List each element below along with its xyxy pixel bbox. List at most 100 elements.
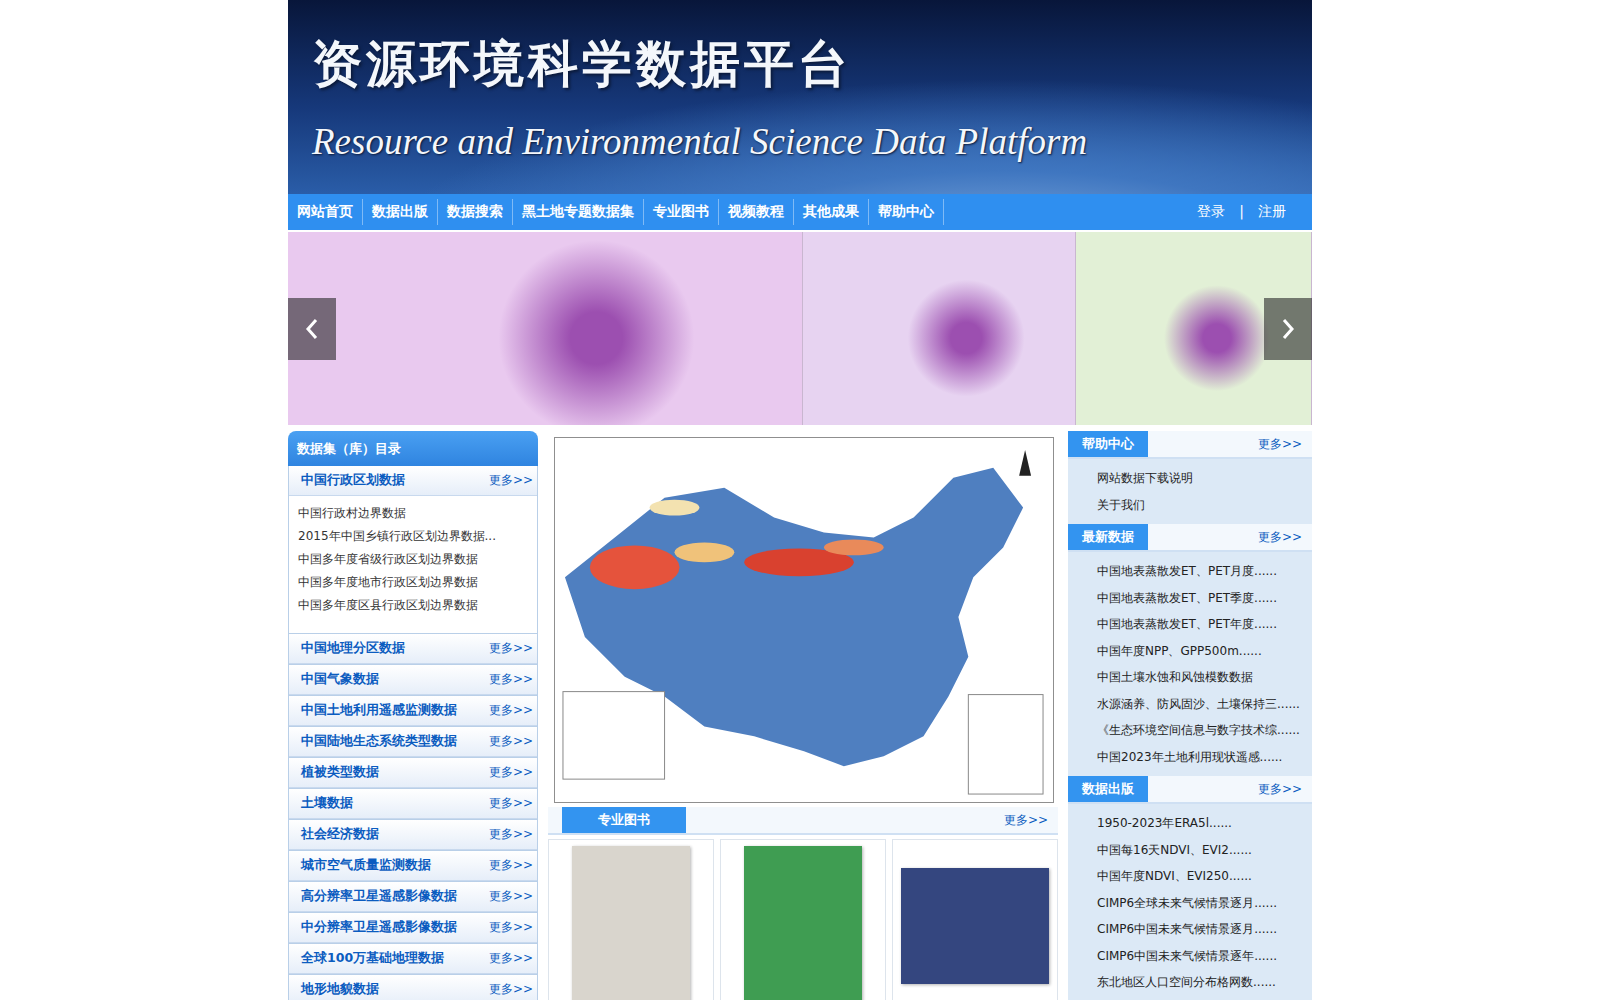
catalog-group-header[interactable]: 地形地貌数据更多>> (289, 975, 537, 1000)
side-panel-item[interactable]: 中国2023年土地利用现状遥感...... (1097, 744, 1306, 771)
register-link[interactable]: 注册 (1258, 203, 1286, 221)
carousel-prev[interactable] (288, 298, 336, 360)
more-link[interactable]: 更多>> (489, 950, 533, 967)
side-panel-list: 1950-2023年ERA5l......中国每16天NDVI、EVI2....… (1068, 804, 1312, 1000)
side-panel-item[interactable]: 《生态环境空间信息与数字技术综...... (1097, 717, 1306, 744)
catalog-group-header[interactable]: 土壤数据 更多>> (289, 789, 537, 819)
more-link[interactable]: 更多>> (489, 857, 533, 874)
catalog-group-header[interactable]: 中分辨率卫星遥感影像数据更多>> (289, 913, 537, 943)
catalog-group-header[interactable]: 社会经济数据 更多>> (289, 820, 537, 850)
more-link[interactable]: 更多>> (489, 640, 533, 657)
side-panel-item[interactable]: 1950-2023年ERA5l...... (1097, 810, 1306, 837)
side-panel-item[interactable]: 网站数据下载说明 (1097, 465, 1306, 492)
book-card[interactable] (720, 839, 886, 1000)
site-banner: 资源环境科学数据平台 Resource and Environmental Sci… (288, 0, 1312, 194)
catalog-group-header[interactable]: 中国陆地生态系统类型数据更多>> (289, 727, 537, 757)
nav-item[interactable]: 帮助中心 (869, 199, 944, 225)
side-panel-item[interactable]: 中国土壤水蚀和风蚀模数数据 (1097, 664, 1306, 691)
catalog-group: 中国气象数据更多>> (288, 665, 538, 696)
page: 资源环境科学数据平台 Resource and Environmental Sci… (288, 0, 1312, 1000)
side-panel: 最新数据更多>>中国地表蒸散发ET、PET月度......中国地表蒸散发ET、P… (1068, 524, 1312, 776)
book-cover (901, 868, 1049, 984)
nav-item[interactable]: 网站首页 (288, 199, 363, 225)
more-cell: 更多>> (1258, 431, 1302, 457)
side-panel-item[interactable]: 中国地表蒸散发ET、PET月度...... (1097, 558, 1306, 585)
catalog-group-header[interactable]: 植被类型数据更多>> (289, 758, 537, 788)
side-panel-header: 帮助中心 更多>> (1068, 431, 1312, 459)
catalog-group-name: 社会经济数据 (301, 826, 379, 843)
catalog-group-header[interactable]: 高分辨率卫星遥感影像数据更多>> (289, 882, 537, 912)
side-panel-item[interactable]: 东北地区人口空间分布格网数...... (1097, 969, 1306, 996)
side-panel-item[interactable]: CIMP6中国未来气候情景逐月...... (1097, 916, 1306, 943)
side-panel-item[interactable]: 水源涵养、防风固沙、土壤保持三...... (1097, 691, 1306, 718)
side-panel-item[interactable]: 中国年度NPP、GPP500m...... (1097, 638, 1306, 665)
more-link[interactable]: 更多>> (489, 472, 533, 489)
side-panel-item[interactable]: 中国地表蒸散发ET、PET年度...... (1097, 611, 1306, 638)
catalog-item[interactable]: 中国行政村边界数据 (298, 502, 529, 525)
side-panel-header: 最新数据更多>> (1068, 524, 1312, 552)
more-link[interactable]: 更多>> (489, 702, 533, 719)
catalog-group-name: 城市空气质量监测数据 (301, 857, 431, 874)
nav-item[interactable]: 数据搜索 (438, 199, 513, 225)
catalog-group-name: 中国行政区划数据 (301, 472, 405, 489)
carousel-next[interactable] (1264, 298, 1312, 360)
side-panel-item[interactable]: CIMP6中国未来气候情景逐年...... (1097, 943, 1306, 970)
catalog-group-header[interactable]: 中国气象数据更多>> (289, 665, 537, 695)
more-link[interactable]: 更多>> (489, 795, 533, 812)
nav-item[interactable]: 视频教程 (719, 199, 794, 225)
main: 数据集（库）目录中国行政区划数据更多>>中国行政村边界数据2015年中国乡镇行政… (288, 431, 1312, 1000)
more-link[interactable]: 更多>> (1258, 436, 1302, 453)
catalog-item[interactable]: 中国多年度地市行政区划边界数据 (298, 571, 529, 594)
side-panel-item[interactable]: 中国每16天NDVI、EVI2...... (1097, 837, 1306, 864)
site-title: 资源环境科学数据平台 (312, 31, 1288, 98)
nav-bar: 网站首页数据出版数据搜索黑土地专题数据集专业图书视频教程其他成果帮助中心 登录|注… (288, 194, 1312, 230)
catalog-group: 城市空气质量监测数据 更多>> (288, 851, 538, 882)
login-link[interactable]: 登录 (1197, 203, 1225, 221)
catalog-group-header[interactable]: 中国土地利用遥感监测数据更多>> (289, 696, 537, 726)
catalog-group-header[interactable]: 城市空气质量监测数据 更多>> (289, 851, 537, 881)
catalog-group-name: 土壤数据 (301, 795, 353, 812)
catalog-group: 土壤数据 更多>> (288, 789, 538, 820)
nav-item[interactable]: 专业图书 (644, 199, 719, 225)
feature-map[interactable] (554, 437, 1054, 803)
side-panel-title: 帮助中心 (1068, 431, 1148, 457)
nav-item[interactable]: 数据出版 (363, 199, 438, 225)
books-header: 专业图书更多>> (548, 807, 1058, 835)
book-card[interactable] (548, 839, 714, 1000)
site-subtitle: Resource and Environmental Science Data … (312, 120, 1288, 163)
auth-links: 登录|注册 (1197, 203, 1302, 221)
book-card[interactable] (892, 839, 1058, 1000)
more-link[interactable]: 更多>> (489, 888, 533, 905)
catalog-group-header[interactable]: 中国地理分区数据更多>> (289, 634, 537, 664)
carousel-slide[interactable] (288, 232, 803, 425)
catalog-group: 中国陆地生态系统类型数据更多>> (288, 727, 538, 758)
side-panel-item[interactable]: 中国年度NDVI、EVI250...... (1097, 863, 1306, 890)
catalog-item[interactable]: 中国多年度区县行政区划边界数据 (298, 594, 529, 617)
side-panel-item[interactable]: 中国地表蒸散发ET、PET季度...... (1097, 585, 1306, 612)
more-link[interactable]: 更多>> (489, 733, 533, 750)
carousel (288, 232, 1312, 425)
nav-item[interactable]: 其他成果 (794, 199, 869, 225)
catalog-item[interactable]: 中国多年度省级行政区划边界数据 (298, 548, 529, 571)
catalog-item[interactable]: 2015年中国乡镇行政区划边界数据... (298, 525, 529, 548)
more-link[interactable]: 更多>> (489, 671, 533, 688)
nav-item[interactable]: 黑土地专题数据集 (513, 199, 644, 225)
more-link[interactable]: 更多>> (489, 981, 533, 998)
catalog-group: 全球100万基础地理数据更多>> (288, 944, 538, 975)
catalog-title: 数据集（库）目录 (288, 431, 538, 466)
more-link[interactable]: 更多>> (489, 764, 533, 781)
side-panel-item[interactable]: 关于我们 (1097, 492, 1306, 519)
more-link[interactable]: 更多>> (489, 919, 533, 936)
catalog: 数据集（库）目录中国行政区划数据更多>>中国行政村边界数据2015年中国乡镇行政… (288, 431, 538, 1000)
side-panel: 数据出版更多>>1950-2023年ERA5l......中国每16天NDVI、… (1068, 776, 1312, 1000)
catalog-group-header[interactable]: 全球100万基础地理数据更多>> (289, 944, 537, 974)
catalog-group: 植被类型数据更多>> (288, 758, 538, 789)
side-panel-list: 网站数据下载说明关于我们 (1068, 459, 1312, 524)
carousel-slide[interactable] (803, 232, 1076, 425)
catalog-group-header[interactable]: 中国行政区划数据 更多>> (289, 466, 537, 496)
more-link[interactable]: 更多>> (1258, 781, 1302, 798)
more-link[interactable]: 更多>> (1258, 529, 1302, 546)
side-panel-item[interactable]: CIMP6全球未来气候情景逐月...... (1097, 890, 1306, 917)
more-link[interactable]: 更多>> (1004, 812, 1048, 829)
more-link[interactable]: 更多>> (489, 826, 533, 843)
